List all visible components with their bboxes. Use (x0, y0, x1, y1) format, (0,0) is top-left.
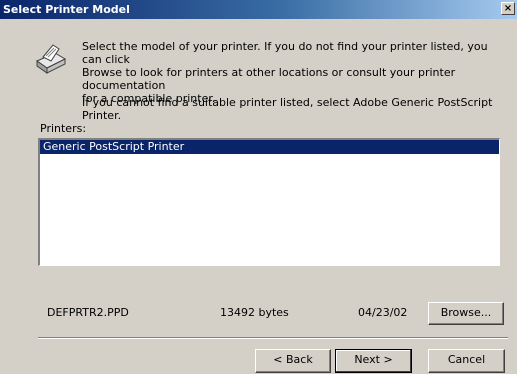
title-bar[interactable]: Select Printer Model × (0, 0, 517, 19)
browse-button[interactable]: Browse... (428, 302, 504, 325)
select-printer-dialog: Select Printer Model × Select the model … (0, 0, 517, 374)
ppd-file-size: 13492 bytes (220, 306, 289, 319)
window-title: Select Printer Model (3, 3, 130, 16)
printer-list-item[interactable]: Generic PostScript Printer (40, 140, 499, 154)
back-button[interactable]: < Back (255, 349, 331, 373)
intro-line-2: Browse to look for printers at other loc… (82, 66, 456, 92)
printers-label: Printers: (40, 122, 87, 135)
intro-line-4: If you cannot find a suitable printer li… (82, 96, 493, 122)
intro-line-1: Select the model of your printer. If you… (82, 40, 488, 66)
printers-listbox[interactable]: Generic PostScript Printer (38, 138, 500, 266)
printer-icon (35, 44, 67, 74)
cancel-button[interactable]: Cancel (428, 349, 505, 373)
separator-line (38, 337, 508, 339)
ppd-file-name: DEFPRTR2.PPD (47, 306, 129, 319)
next-button[interactable]: Next > (335, 349, 412, 373)
ppd-file-date: 04/23/02 (358, 306, 408, 319)
close-icon[interactable]: × (501, 2, 515, 15)
